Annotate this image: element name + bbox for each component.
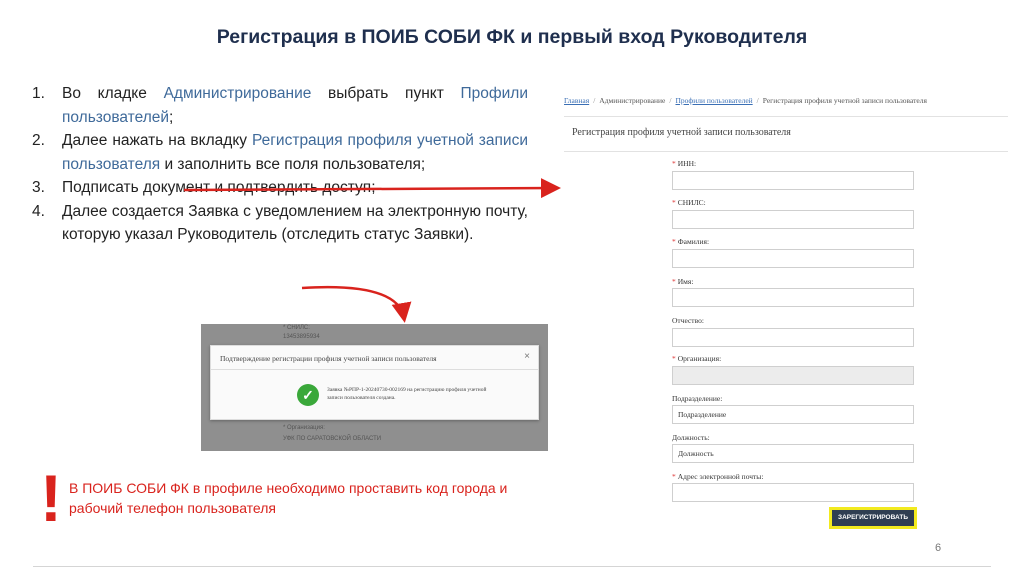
step-highlight: Администрирование: [163, 85, 312, 102]
step-text: Подписать документ и подтвердить доступ;: [62, 179, 376, 196]
department-label: Подразделение:: [672, 394, 723, 403]
dialog-title: Подтверждение регистрации профиля учетно…: [220, 354, 437, 363]
bg-snils-value: 13453895934: [283, 334, 320, 340]
step-text: Далее создается Заявка с уведомлением на…: [62, 202, 528, 244]
surname-field[interactable]: [672, 249, 914, 268]
divider: [211, 369, 538, 370]
position-label: Должность:: [672, 433, 710, 442]
organization-field[interactable]: [672, 366, 914, 385]
dialog-message: Заявка №РПР-1-20240730-002169 на регистр…: [327, 387, 487, 401]
email-label: * Адрес электронной почты:: [672, 472, 764, 481]
page-number: 6: [935, 542, 942, 554]
confirmation-dialog: Подтверждение регистрации профиля учетно…: [210, 345, 539, 420]
name-label: * Имя:: [672, 277, 694, 286]
breadcrumb: Главная / Администрирование / Профили пользо…: [564, 96, 927, 105]
step-item: 1. Во кладке Администрирование выбрать пу…: [32, 82, 528, 129]
bg-snils-label: * СНИЛС:: [283, 325, 310, 331]
breadcrumb-current: Регистрация профиля учетной записи польз…: [762, 96, 927, 105]
step-text: Далее нажать на вкладку: [62, 132, 252, 149]
warning-note: В ПОИБ СОБИ ФК в профиле необходимо прос…: [69, 480, 508, 516]
step-text: ;: [169, 108, 174, 126]
patronymic-label: Отчество:: [672, 316, 704, 325]
step-number: 2.: [32, 132, 45, 149]
name-field[interactable]: [672, 288, 914, 307]
breadcrumb-admin[interactable]: Администрирование: [599, 96, 665, 105]
arrow-to-dialog: [301, 285, 412, 323]
step-number: 1.: [32, 85, 45, 102]
step-text: и заполнить все поля пользователя;: [160, 155, 426, 173]
department-field[interactable]: Подразделение: [672, 405, 914, 424]
form-header: Регистрация профиля учетной записи польз…: [564, 116, 1008, 152]
step-number: 4.: [32, 202, 45, 220]
bg-org-label: * Организация:: [283, 425, 325, 431]
breadcrumb-home[interactable]: Главная: [564, 96, 589, 105]
snils-field[interactable]: [672, 210, 914, 229]
surname-label: * Фамилия:: [672, 237, 710, 246]
confirmation-screenshot: * СНИЛС: 13453895934 Подтверждение регис…: [201, 324, 548, 451]
close-icon[interactable]: ×: [524, 351, 530, 362]
breadcrumb-profiles[interactable]: Профили пользователей: [675, 96, 752, 105]
position-field[interactable]: Должность: [672, 444, 914, 463]
slide-title: Регистрация в ПОИБ СОБИ ФК и первый вход…: [216, 26, 808, 48]
form-title: Регистрация профиля учетной записи польз…: [572, 127, 791, 138]
inn-field[interactable]: [672, 171, 914, 190]
inn-label: * ИНН:: [672, 159, 697, 168]
step-item: 4. Далее создается Заявка с уведомлением …: [32, 200, 528, 247]
exclamation-icon: !: [40, 461, 62, 535]
footer-line: [33, 566, 991, 567]
organization-label: * Организация:: [672, 354, 722, 363]
patronymic-field[interactable]: [672, 328, 914, 347]
registration-form-screenshot: Главная / Администрирование / Профили пользо…: [556, 88, 1008, 534]
step-text: Во кладке: [62, 85, 164, 102]
bg-org-value: УФК ПО САРАТОВСКОЙ ОБЛАСТИ: [283, 436, 382, 442]
step-number: 3.: [32, 179, 45, 196]
step-item: 2. Далее нажать на вкладку Регистрация пр…: [32, 129, 528, 176]
step-text: выбрать пункт: [311, 85, 461, 102]
step-item: 3. Подписать документ и подтвердить досту…: [32, 176, 528, 200]
email-field[interactable]: [672, 483, 914, 502]
success-check-icon: ✓: [297, 384, 319, 406]
steps-list: 1. Во кладке Администрирование выбрать пу…: [32, 82, 528, 247]
register-button[interactable]: ЗАРЕГИСТРИРОВАТЬ: [832, 510, 914, 526]
snils-label: * СНИЛС:: [672, 198, 706, 207]
